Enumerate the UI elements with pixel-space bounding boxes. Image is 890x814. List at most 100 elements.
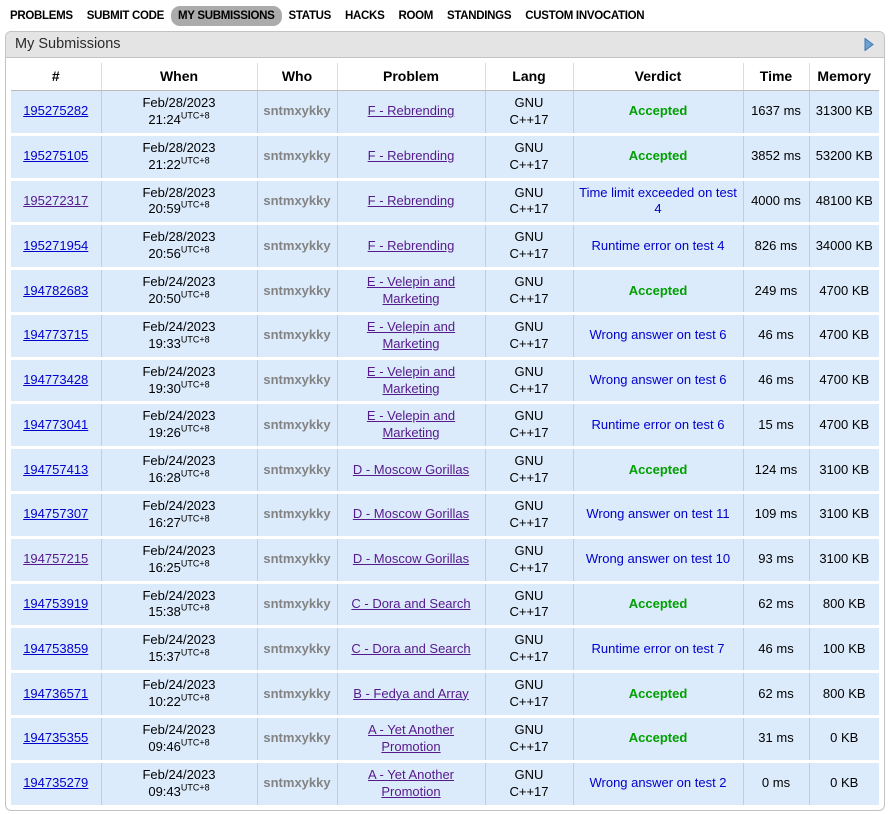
submission-verdict-cell: Wrong answer on test 6 — [573, 313, 743, 358]
author-link[interactable]: sntmxykky — [263, 506, 330, 521]
submission-lang-cell: GNU C++17 — [485, 403, 573, 448]
submission-when-cell: Feb/24/202316:28UTC+8 — [101, 448, 257, 493]
problem-link[interactable]: F - Rebrending — [368, 148, 455, 163]
submission-id-link[interactable]: 194757307 — [23, 506, 88, 521]
submission-id-link[interactable]: 195271954 — [23, 238, 88, 253]
submission-runtime-cell: 0 ms — [743, 761, 809, 804]
submission-row: 195272317 Feb/28/202320:59UTC+8 sntmxykk… — [11, 179, 879, 224]
problem-link[interactable]: E - Velepin and Marketing — [367, 408, 455, 440]
author-link[interactable]: sntmxykky — [263, 148, 330, 163]
problem-link[interactable]: C - Dora and Search — [351, 641, 470, 656]
submission-verdict-cell: Wrong answer on test 10 — [573, 537, 743, 582]
submission-id-link[interactable]: 195275282 — [23, 103, 88, 118]
utc-offset-suffix: UTC+8 — [181, 200, 210, 210]
problem-link[interactable]: F - Rebrending — [368, 238, 455, 253]
author-link[interactable]: sntmxykky — [263, 417, 330, 432]
submission-id-cell: 195275105 — [11, 134, 101, 179]
problem-link[interactable]: D - Moscow Gorillas — [353, 506, 469, 521]
problem-link[interactable]: B - Fedya and Array — [353, 686, 469, 701]
problem-link[interactable]: C - Dora and Search — [351, 596, 470, 611]
tab-submit-code[interactable]: SUBMIT CODE — [80, 6, 171, 26]
submission-id-link[interactable]: 194735355 — [23, 730, 88, 745]
submission-id-link[interactable]: 195272317 — [23, 193, 88, 208]
submission-verdict-cell: Runtime error on test 6 — [573, 403, 743, 448]
submission-date: Feb/24/2023 — [142, 677, 215, 692]
submission-memory-cell: 4700 KB — [809, 403, 879, 448]
author-link[interactable]: sntmxykky — [263, 327, 330, 342]
utc-offset-suffix: UTC+8 — [181, 738, 210, 748]
submission-lang-cell: GNU C++17 — [485, 672, 573, 717]
submission-time-of-day: 09:46 — [148, 739, 181, 754]
problem-link[interactable]: E - Velepin and Marketing — [367, 319, 455, 351]
author-link[interactable]: sntmxykky — [263, 462, 330, 477]
submission-row: 194773428 Feb/24/202319:30UTC+8 sntmxykk… — [11, 358, 879, 403]
submission-id-cell: 194735279 — [11, 761, 101, 804]
submission-time-of-day: 19:26 — [148, 425, 181, 440]
submission-id-link[interactable]: 194773428 — [23, 372, 88, 387]
problem-link[interactable]: D - Moscow Gorillas — [353, 551, 469, 566]
submission-runtime-cell: 826 ms — [743, 224, 809, 269]
tab-standings[interactable]: STANDINGS — [440, 6, 518, 26]
submission-problem-cell: E - Velepin and Marketing — [337, 269, 485, 314]
submission-id-link[interactable]: 194735279 — [23, 775, 88, 790]
submission-problem-cell: E - Velepin and Marketing — [337, 313, 485, 358]
submission-memory-cell: 800 KB — [809, 582, 879, 627]
tab-my-submissions[interactable]: MY SUBMISSIONS — [171, 6, 282, 26]
submission-id-link[interactable]: 195275105 — [23, 148, 88, 163]
submission-id-link[interactable]: 194782683 — [23, 283, 88, 298]
author-link[interactable]: sntmxykky — [263, 686, 330, 701]
tab-custom-invocation[interactable]: CUSTOM INVOCATION — [518, 6, 651, 26]
submission-when-cell: Feb/24/202319:26UTC+8 — [101, 403, 257, 448]
submission-date: Feb/24/2023 — [142, 274, 215, 289]
tab-status[interactable]: STATUS — [282, 6, 339, 26]
submission-date: Feb/24/2023 — [142, 364, 215, 379]
column-header-when: When — [101, 63, 257, 91]
submission-id-cell: 194773715 — [11, 313, 101, 358]
author-link[interactable]: sntmxykky — [263, 103, 330, 118]
author-link[interactable]: sntmxykky — [263, 730, 330, 745]
author-link[interactable]: sntmxykky — [263, 551, 330, 566]
submission-date: Feb/28/2023 — [142, 229, 215, 244]
submission-id-link[interactable]: 194773041 — [23, 417, 88, 432]
submission-id-link[interactable]: 194753919 — [23, 596, 88, 611]
submission-lang-cell: GNU C++17 — [485, 91, 573, 135]
submission-row: 194782683 Feb/24/202320:50UTC+8 sntmxykk… — [11, 269, 879, 314]
submission-memory-cell: 0 KB — [809, 716, 879, 761]
submission-row: 194753859 Feb/24/202315:37UTC+8 sntmxykk… — [11, 627, 879, 672]
problem-link[interactable]: E - Velepin and Marketing — [367, 274, 455, 306]
expand-arrow-icon[interactable] — [864, 38, 874, 51]
submission-id-link[interactable]: 194757215 — [23, 551, 88, 566]
problem-link[interactable]: F - Rebrending — [368, 193, 455, 208]
author-link[interactable]: sntmxykky — [263, 193, 330, 208]
tab-problems[interactable]: PROBLEMS — [3, 6, 80, 26]
submission-author-cell: sntmxykky — [257, 761, 337, 804]
author-link[interactable]: sntmxykky — [263, 238, 330, 253]
tab-room[interactable]: ROOM — [391, 6, 440, 26]
utc-offset-suffix: UTC+8 — [181, 424, 210, 434]
author-link[interactable]: sntmxykky — [263, 596, 330, 611]
problem-link[interactable]: E - Velepin and Marketing — [367, 364, 455, 396]
problem-link[interactable]: A - Yet Another Promotion — [368, 767, 454, 799]
submission-when-cell: Feb/24/202319:33UTC+8 — [101, 313, 257, 358]
submission-id-cell: 194753919 — [11, 582, 101, 627]
submission-verdict-cell: Accepted — [573, 582, 743, 627]
problem-link[interactable]: F - Rebrending — [368, 103, 455, 118]
submission-verdict-cell: Time limit exceeded on test 4 — [573, 179, 743, 224]
problem-link[interactable]: A - Yet Another Promotion — [368, 722, 454, 754]
submission-problem-cell: C - Dora and Search — [337, 582, 485, 627]
submission-id-link[interactable]: 194773715 — [23, 327, 88, 342]
author-link[interactable]: sntmxykky — [263, 775, 330, 790]
submission-when-cell: Feb/28/202321:24UTC+8 — [101, 91, 257, 135]
problem-link[interactable]: D - Moscow Gorillas — [353, 462, 469, 477]
author-link[interactable]: sntmxykky — [263, 283, 330, 298]
author-link[interactable]: sntmxykky — [263, 641, 330, 656]
submission-lang-cell: GNU C++17 — [485, 358, 573, 403]
submission-runtime-cell: 124 ms — [743, 448, 809, 493]
column-header-lang: Lang — [485, 63, 573, 91]
tab-hacks[interactable]: HACKS — [338, 6, 391, 26]
submission-id-link[interactable]: 194753859 — [23, 641, 88, 656]
submission-id-link[interactable]: 194757413 — [23, 462, 88, 477]
author-link[interactable]: sntmxykky — [263, 372, 330, 387]
submission-memory-cell: 3100 KB — [809, 537, 879, 582]
submission-id-link[interactable]: 194736571 — [23, 686, 88, 701]
